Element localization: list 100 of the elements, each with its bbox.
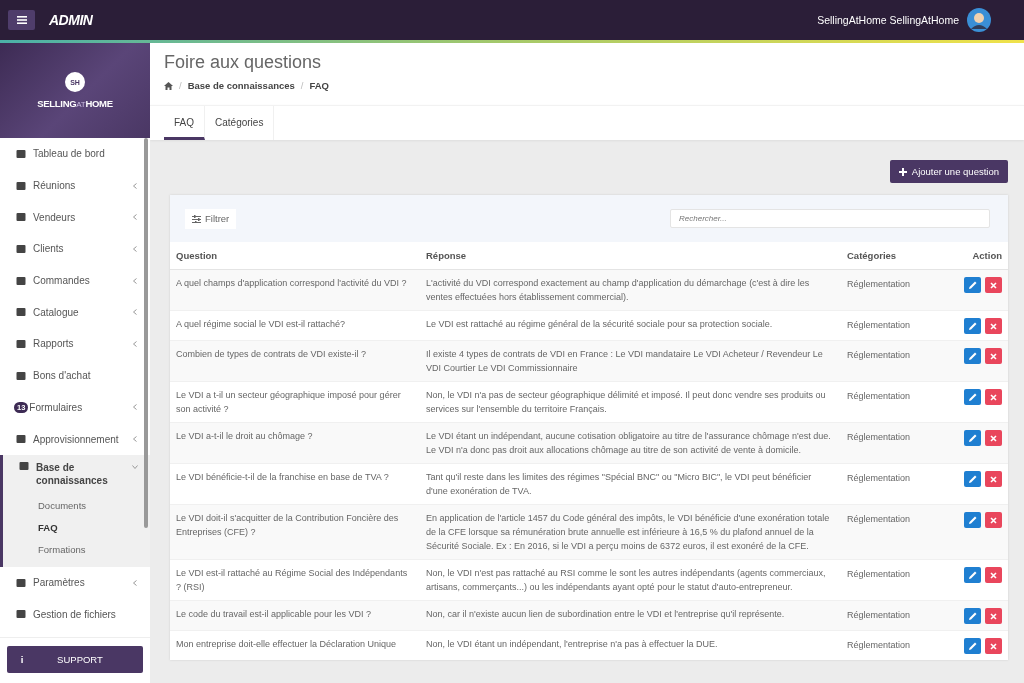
sidebar-item[interactable]: Clients xyxy=(0,233,150,265)
edit-button[interactable] xyxy=(964,608,981,624)
close-icon xyxy=(990,393,997,401)
breadcrumb-separator: / xyxy=(300,80,304,91)
sidebar-item[interactable]: Bons d'achat xyxy=(0,359,150,392)
logo-text: SELLINGATHOME xyxy=(37,98,113,109)
sidebar-item[interactable]: Gestion de fichiers xyxy=(0,598,150,631)
delete-button[interactable] xyxy=(985,389,1002,405)
edit-button[interactable] xyxy=(964,512,981,528)
sidebar-item[interactable]: Tableau de bord xyxy=(0,138,150,170)
table-cell: Le VDI étant un indépendant, aucune cotisation obligatoire au titre de l'assurance chômage n'est due. Le VDI n'a donc pas droit aux allocations chômage au titre de son activité de vente à domicile. xyxy=(420,422,841,464)
pencil-icon xyxy=(968,571,977,579)
column-header[interactable]: Question xyxy=(170,242,420,270)
delete-button[interactable] xyxy=(985,277,1002,293)
delete-button[interactable] xyxy=(985,318,1002,334)
sidebar-item[interactable]: Réunions xyxy=(0,169,150,202)
table-cell: Non, car il n'existe aucun lien de subordination entre le VDI et l'entreprise qu'il représente. xyxy=(420,600,841,631)
user-name[interactable]: SellingAtHome SellingAtHome xyxy=(817,14,959,26)
delete-button[interactable] xyxy=(985,430,1002,446)
edit-button[interactable] xyxy=(964,348,981,364)
table-cell: Non, le VDI étant un indépendant, l'entreprise n'a pas à effectuer la DUE. xyxy=(420,630,841,660)
sidebar-item[interactable]: Catalogue xyxy=(0,296,150,329)
tab[interactable]: Catégories xyxy=(205,106,275,140)
pencil-icon xyxy=(968,612,977,620)
home-icon[interactable] xyxy=(164,81,173,90)
chevron-icon xyxy=(132,245,138,252)
page-title: Foire aux questions xyxy=(164,52,323,73)
column-header[interactable]: Catégories xyxy=(841,242,938,270)
delete-button[interactable] xyxy=(985,567,1002,583)
table-cell: Il existe 4 types de contrats de VDI en France : Le VDI mandataire Le VDI Acheteur / Revendeur Le VDI Courtier Le VDI Commissionnaire xyxy=(420,340,841,382)
chevron-icon xyxy=(132,309,138,316)
submenu-item[interactable]: FAQ xyxy=(3,516,150,539)
close-icon xyxy=(990,642,997,650)
sidebar-item[interactable]: Vendeurs xyxy=(0,201,150,234)
tab[interactable]: FAQ xyxy=(164,106,205,140)
breadcrumb-separator: / xyxy=(179,80,182,91)
table-cell: En application de l'article 1457 du Code général des impôts, le VDI bénéficie d'une exonération totale de la CFE lorsque sa rémunération brute annuelle est inférieure à 16,5 % du plafond annuel de la Sécurité Sociale. Ex : En 2016, si le VDI a perçu moins de 6372 euros, il est exonéré de la CFE. xyxy=(420,504,841,560)
chevron-icon xyxy=(132,277,138,284)
table-cell: Réglementation xyxy=(841,269,938,311)
sliders-icon xyxy=(192,214,201,223)
edit-button[interactable] xyxy=(964,318,981,334)
breadcrumb-link[interactable]: Base de connaissances xyxy=(187,80,295,91)
table-cell: Combien de types de contrats de VDI existe-il ? xyxy=(170,340,420,382)
table-cell: Mon entreprise doit-elle effectuer la Déclaration Unique xyxy=(170,630,420,660)
column-header[interactable]: Réponse xyxy=(420,242,841,270)
delete-button[interactable] xyxy=(985,608,1002,624)
close-icon xyxy=(990,516,997,524)
table-cell: Réglementation xyxy=(841,630,938,660)
table-cell: Réglementation xyxy=(841,600,938,631)
add-question-button[interactable]: Ajouter une question xyxy=(889,160,1008,183)
close-icon xyxy=(990,475,997,483)
delete-button[interactable] xyxy=(985,638,1002,654)
breadcrumb-link[interactable]: FAQ xyxy=(309,80,329,91)
sidebar-item[interactable]: Base de connaissances xyxy=(0,454,150,493)
menu-button[interactable] xyxy=(8,10,35,30)
submenu-item[interactable]: Formations xyxy=(3,538,150,561)
sidebar-item[interactable]: Rapports xyxy=(0,328,150,360)
sidebar-item[interactable]: Commandes xyxy=(0,264,150,297)
pencil-icon xyxy=(968,642,977,650)
edit-button[interactable] xyxy=(964,430,981,446)
delete-button[interactable] xyxy=(985,471,1002,487)
table-cell: Réglementation xyxy=(841,504,938,560)
menu-icon xyxy=(16,16,27,24)
edit-button[interactable] xyxy=(964,567,981,583)
close-icon xyxy=(990,571,997,579)
table-cell: Réglementation xyxy=(841,422,938,464)
delete-button[interactable] xyxy=(985,348,1002,364)
column-header[interactable]: Action xyxy=(938,242,1008,270)
edit-button[interactable] xyxy=(964,638,981,654)
table-cell: L'activité du VDI correspond exactement au champ d'application du démarchage (c'est à dire les ventes effectuées hors établissement commercial). xyxy=(420,269,841,311)
chevron-icon xyxy=(132,340,138,347)
close-icon xyxy=(990,612,997,620)
support-button[interactable]: i SUPPORT xyxy=(7,646,143,673)
sidebar-item[interactable]: Paramètres xyxy=(0,566,150,599)
pencil-icon xyxy=(968,393,977,401)
chevron-icon xyxy=(132,436,138,443)
search-field[interactable]: Rechercher... xyxy=(670,209,990,228)
table-cell: Le code du travail est-il applicable pour les VDI ? xyxy=(170,600,420,631)
submenu-item[interactable]: Documents xyxy=(3,494,150,517)
close-icon xyxy=(990,322,997,330)
edit-button[interactable] xyxy=(964,471,981,487)
close-icon xyxy=(990,434,997,442)
scrollbar[interactable] xyxy=(144,138,148,528)
chevron-icon xyxy=(132,404,138,411)
filter-button[interactable]: Filtrer xyxy=(185,208,237,229)
chevron-icon xyxy=(132,579,138,586)
sidebar-item[interactable]: Approvisionnement xyxy=(0,423,150,455)
edit-button[interactable] xyxy=(964,389,981,405)
close-icon xyxy=(990,281,997,289)
avatar-icon[interactable] xyxy=(967,8,991,32)
close-icon xyxy=(990,352,997,360)
brand-title: ADMIN xyxy=(49,12,93,28)
pencil-icon xyxy=(968,516,977,524)
delete-button[interactable] xyxy=(985,512,1002,528)
plus-icon xyxy=(898,167,907,176)
chevron-icon xyxy=(132,214,138,221)
pencil-icon xyxy=(968,475,977,483)
table-cell: Le VDI doit-il s'acquitter de la Contribution Foncière des Entreprises (CFE) ? xyxy=(170,504,420,560)
table-cell: Réglementation xyxy=(841,340,938,382)
edit-button[interactable] xyxy=(964,277,981,293)
